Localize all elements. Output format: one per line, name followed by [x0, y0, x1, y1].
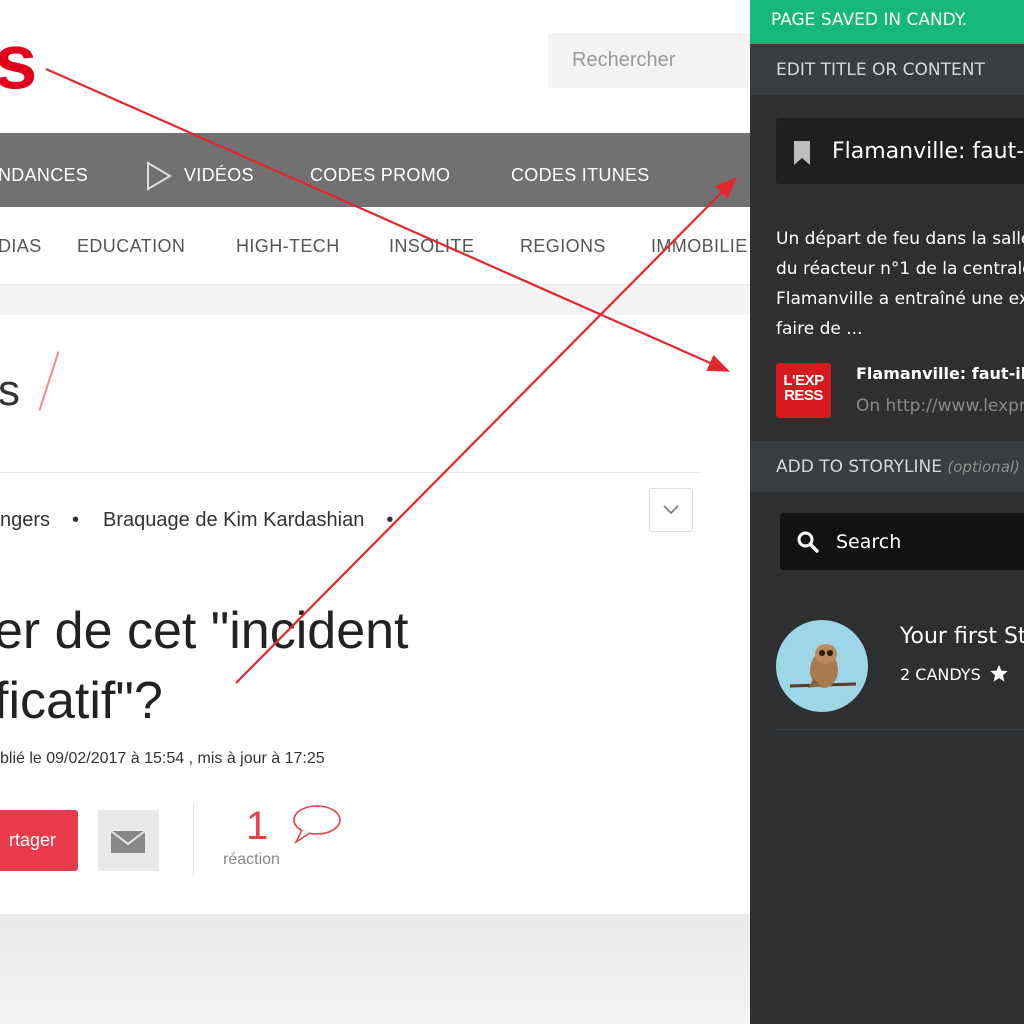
storyline-section-header: ADD TO STORYLINE (optional) — [750, 441, 1024, 492]
star-icon — [990, 664, 1008, 682]
candys-count-label: 2 CANDYS — [900, 665, 981, 684]
envelope-icon — [110, 830, 146, 853]
subnav-item-insolite[interactable]: INSOLITE — [389, 207, 474, 284]
description-line: faire de ... — [776, 319, 863, 339]
subnav-item-high-tech[interactable]: HIGH-TECH — [236, 207, 340, 284]
description-text[interactable]: Un départ de feu dans la salle des machi… — [776, 224, 1024, 344]
reaction-label: réaction — [223, 851, 280, 868]
topic-tags: ngers • Braquage de Kim Kardashian • — [0, 509, 417, 532]
title-input[interactable]: Flamanville: faut-il s'inquiéter — [776, 118, 1024, 184]
storyline-search-input[interactable]: Search — [780, 513, 1024, 570]
chevron-down-icon — [663, 505, 679, 515]
divider — [193, 803, 194, 875]
divider — [0, 472, 700, 473]
site-search-input[interactable]: Rechercher — [548, 33, 750, 88]
nav-item-codes-promo[interactable]: CODES PROMO — [310, 133, 450, 207]
description-line: Flamanville a entraîné une explosion, de… — [776, 289, 1024, 309]
storyline-title[interactable]: Your first Storyline — [900, 624, 1024, 649]
nav-item-videos[interactable]: VIDÉOS — [184, 133, 254, 207]
optional-label: (optional) — [947, 458, 1020, 476]
subnav-item-immobilier[interactable]: IMMOBILIE — [651, 207, 748, 284]
subnav-item-regions[interactable]: REGIONS — [520, 207, 606, 284]
source-logo-line: RESS — [784, 387, 823, 404]
title-value: Flamanville: faut-il s'inquiéter — [832, 139, 1024, 164]
play-icon — [147, 161, 172, 191]
page-gap — [0, 285, 750, 315]
nav-item-tendances[interactable]: NDANCES — [0, 133, 88, 207]
search-icon — [797, 531, 819, 553]
tag-separator: • — [72, 509, 80, 531]
tag-link[interactable]: ngers — [0, 509, 50, 531]
source-logo: L'EXP RESS — [776, 363, 831, 418]
storyline-count: 2 CANDYS — [900, 664, 1009, 684]
saved-banner: PAGE SAVED IN CANDY. — [750, 0, 1024, 44]
publish-date: blié le 09/02/2017 à 15:54 , mis à jour … — [0, 750, 325, 767]
bookmark-icon — [794, 141, 810, 165]
storyline-avatar[interactable] — [776, 620, 868, 712]
source-logo-line: L'EXP — [783, 372, 824, 389]
candy-side-panel: PAGE SAVED IN CANDY. EDIT TITLE OR CONTE… — [750, 0, 1024, 1024]
email-share-button[interactable] — [98, 810, 159, 871]
headline-line: er de cet "incident — [0, 602, 409, 660]
article-headline: er de cet "incident ficatif"? — [0, 596, 408, 736]
reaction-count[interactable]: 1 — [246, 804, 268, 849]
storyline-header-label: ADD TO STORYLINE — [776, 457, 942, 477]
subnav-item-medias[interactable]: DIAS — [0, 207, 42, 284]
source-title: Flamanville: faut-il s'inquiéter — [856, 364, 1024, 383]
section-title: s — [0, 366, 20, 415]
source-url[interactable]: On http://www.lexpress.fr — [856, 396, 1024, 416]
search-placeholder: Search — [836, 531, 902, 553]
page-footer-area — [0, 914, 750, 1024]
owl-icon — [789, 644, 857, 688]
tag-link[interactable]: Braquage de Kim Kardashian — [103, 509, 364, 531]
main-navigation: NDANCES VIDÉOS CODES PROMO CODES ITUNES — [0, 133, 750, 207]
edit-section-header: EDIT TITLE OR CONTENT — [750, 44, 1024, 95]
site-logo[interactable]: s — [0, 22, 37, 100]
tags-expand-button[interactable] — [649, 488, 693, 532]
category-navigation: DIAS EDUCATION HIGH-TECH INSOLITE REGION… — [0, 207, 750, 285]
description-line: du réacteur n°1 de la centrale de — [776, 259, 1024, 279]
subnav-item-education[interactable]: EDUCATION — [77, 207, 185, 284]
comment-bubble-icon[interactable] — [290, 802, 342, 844]
divider — [776, 729, 1024, 730]
description-line: Un départ de feu dans la salle des machi… — [776, 229, 1024, 249]
news-site-page: s Rechercher NDANCES VIDÉOS CODES PROMO … — [0, 0, 750, 1024]
headline-line: ficatif"? — [0, 672, 163, 730]
nav-item-codes-itunes[interactable]: CODES ITUNES — [511, 133, 650, 207]
share-button[interactable]: rtager — [0, 810, 78, 871]
tag-separator: • — [386, 509, 394, 531]
